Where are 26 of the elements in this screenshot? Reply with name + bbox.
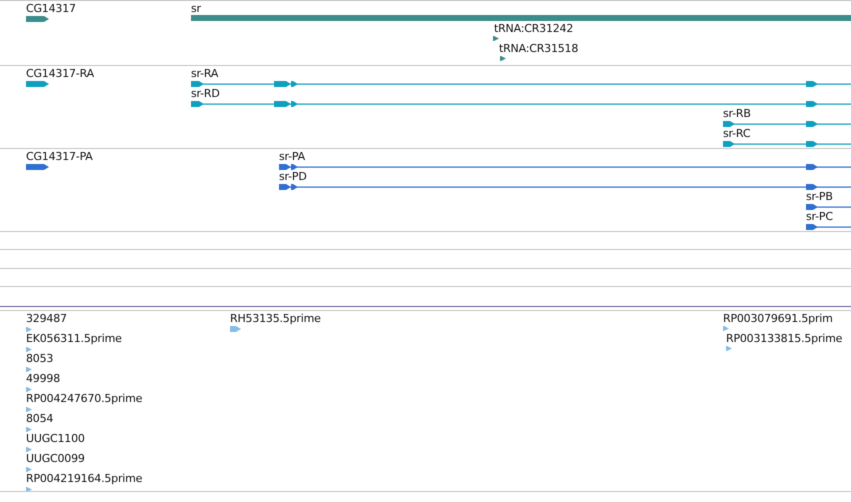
feature-label: 329487 (26, 312, 67, 325)
feature-label: sr (191, 2, 201, 15)
feature-label: CG14317-RA (26, 67, 94, 80)
feature-label: sr-PA (279, 150, 305, 163)
feature-label: sr-PB (806, 190, 833, 203)
feature-label: RP004219164.5prime (26, 472, 142, 485)
feature-label: sr-PC (806, 210, 833, 223)
feature-label: 49998 (26, 372, 60, 385)
feature-label: sr-PD (279, 170, 307, 183)
feature-label: 8054 (26, 412, 54, 425)
feature-label: 8053 (26, 352, 54, 365)
feature-label: EK056311.5prime (26, 332, 122, 345)
feature-label: CG14317-PA (26, 150, 93, 163)
feature-label: sr-RA (191, 67, 218, 80)
feature-label: RP004247670.5prime (26, 392, 142, 405)
feature-label: sr-RB (723, 107, 751, 120)
feature-label: RP003079691.5prim (723, 312, 833, 325)
feature-label: CG14317 (26, 2, 76, 15)
feature-label: sr-RD (191, 87, 220, 100)
feature-label: tRNA:CR31518 (499, 42, 578, 55)
feature-label: RH53135.5prime (230, 312, 321, 325)
feature-label: UUGC0099 (26, 452, 85, 465)
feature-label: sr-RC (723, 127, 750, 140)
feature-label: RP003133815.5prime (726, 332, 842, 345)
feature-label: UUGC1100 (26, 432, 85, 445)
feature-label: tRNA:CR31242 (494, 22, 574, 35)
